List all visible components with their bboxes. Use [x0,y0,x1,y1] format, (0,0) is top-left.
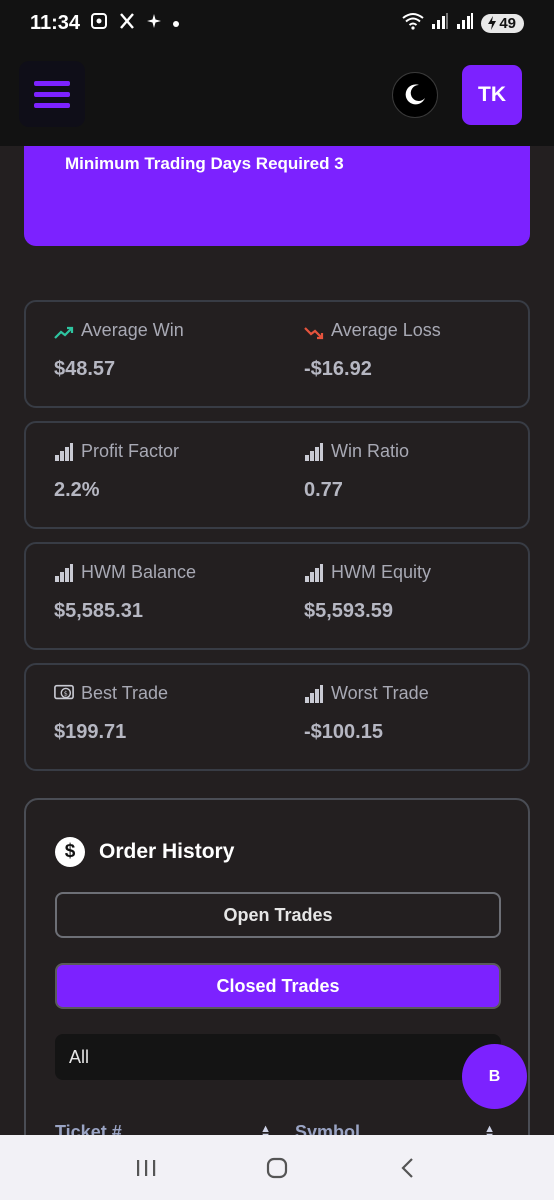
menu-button[interactable] [19,61,85,127]
stat-value: $5,585.31 [54,600,143,622]
x-icon [118,12,136,35]
bar-chart-icon [304,563,324,582]
bar-chart-icon [304,442,324,461]
avatar[interactable]: TK [462,65,522,125]
stat-profit-factor: Profit Factor 2.2% [54,441,179,502]
stat-label: Average Loss [331,320,441,340]
stat-card-hwm: HWM Balance $5,585.31 HWM Equity $5,593.… [24,542,530,650]
stat-label: Average Win [81,320,184,340]
stat-value: -$16.92 [304,358,372,380]
trending-down-icon [304,322,324,340]
min-trading-days-text: Minimum Trading Days Required 3 [65,154,344,173]
stat-value: $199.71 [54,721,127,743]
status-time: 11:34 [30,11,81,34]
svg-text:$: $ [64,690,68,697]
recent-apps-icon [136,1159,155,1176]
tab-open-trades[interactable]: Open Trades [55,892,501,938]
stat-card-profit-win: Profit Factor 2.2% Win Ratio 0.77 [24,421,530,529]
stat-value: -$100.15 [304,721,383,743]
stat-value: 2.2% [54,479,100,501]
stat-value: $5,593.59 [304,600,393,622]
stat-card-trades: $ Best Trade $199.71 Worst Trade -$100.1… [24,663,530,771]
tab-closed-trades[interactable]: Closed Trades [55,963,501,1009]
app-header: TK [0,46,554,146]
signal-icon [431,12,449,34]
stat-average-win: Average Win $48.57 [54,320,184,381]
stat-best-trade: $ Best Trade $199.71 [54,683,168,744]
dot-icon [172,13,180,33]
wifi-icon [402,12,424,34]
stat-card-win-loss: Average Win $48.57 Average Loss -$16.92 [24,300,530,408]
stat-average-loss: Average Loss -$16.92 [304,320,441,381]
order-history-title: Order History [99,840,235,863]
floating-action-button[interactable]: B [462,1044,527,1109]
back-button[interactable] [378,1148,438,1188]
stat-label: Win Ratio [331,441,410,461]
filter-value: All [69,1046,90,1067]
stat-label: Best Trade [81,683,169,703]
back-icon [401,1157,414,1178]
screenshot-icon [90,12,108,35]
sparkle-icon [146,13,162,34]
money-icon: $ [54,684,74,703]
order-history-header: $ Order History [55,837,234,867]
status-left: 11:34 [30,12,180,35]
bar-chart-icon [304,684,324,703]
stat-win-ratio: Win Ratio 0.77 [304,441,409,502]
stat-value: $48.57 [54,358,116,380]
stat-label: Profit Factor [81,441,180,461]
trade-filter-select[interactable]: All [55,1034,501,1080]
hamburger-icon [34,80,70,86]
signal-icon [456,12,474,34]
stat-label: Worst Trade [331,683,429,703]
bar-chart-icon [54,442,74,461]
app-screen: 11:34 49 TK Minimum Trading Days Require… [0,0,554,1200]
recent-apps-button[interactable] [116,1148,176,1188]
stat-label: HWM Balance [81,562,197,582]
dollar-icon: $ [55,837,85,867]
trending-up-icon [54,322,74,340]
home-button[interactable] [247,1148,307,1188]
stat-label: HWM Equity [331,562,432,582]
bar-chart-icon [54,563,74,582]
status-right: 49 [402,12,524,34]
theme-toggle-button[interactable] [392,72,438,118]
stat-value: 0.77 [304,479,343,501]
battery-icon: 49 [481,13,524,33]
moon-icon [405,84,425,105]
status-bar: 11:34 49 [0,0,554,46]
stat-hwm-equity: HWM Equity $5,593.59 [304,562,431,623]
stat-hwm-balance: HWM Balance $5,585.31 [54,562,196,623]
system-nav-bar [0,1135,554,1200]
battery-level: 49 [499,14,516,32]
stat-worst-trade: Worst Trade -$100.15 [304,683,429,744]
home-icon [266,1157,288,1178]
